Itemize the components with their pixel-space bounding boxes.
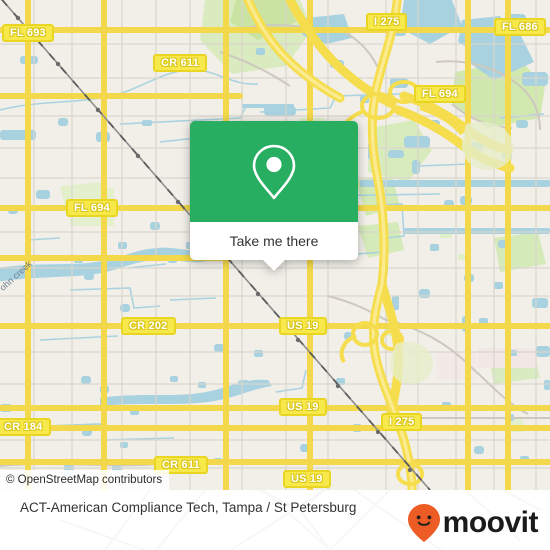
moovit-wordmark: moovit xyxy=(442,506,539,539)
map-canvas[interactable]: FL 693 CR 611 I 275 FL 686 FL 694 FL 694… xyxy=(0,0,550,490)
map-pin-icon xyxy=(252,144,296,199)
map-screenshot: FL 693 CR 611 I 275 FL 686 FL 694 FL 694… xyxy=(0,0,550,550)
road-shield: I 275 xyxy=(381,413,423,431)
road-shield: CR 184 xyxy=(0,418,51,436)
road-shield: I 275 xyxy=(366,13,408,31)
road-shield: US 19 xyxy=(279,398,327,416)
popup-footer[interactable]: Take me there xyxy=(190,222,358,271)
road-shield: CR 202 xyxy=(121,317,176,335)
road-shield: FL 694 xyxy=(66,199,118,217)
road-shield: FL 686 xyxy=(494,18,546,36)
take-me-there-label: Take me there xyxy=(229,233,319,249)
road-shield: CR 611 xyxy=(153,54,207,72)
osm-attribution[interactable]: © OpenStreetMap contributors xyxy=(0,470,170,490)
popup-pointer xyxy=(263,260,285,271)
road-shield: FL 693 xyxy=(2,24,54,42)
road-shield: US 19 xyxy=(283,470,331,488)
road-shield: FL 694 xyxy=(414,85,466,103)
location-popup[interactable]: Take me there xyxy=(190,121,358,271)
footer-bar: ACT-American Compliance Tech, Tampa / St… xyxy=(0,490,550,550)
moovit-logo[interactable]: moovit xyxy=(407,503,539,543)
popup-header xyxy=(190,121,358,222)
moovit-pin-icon xyxy=(407,504,440,542)
road-shield: US 19 xyxy=(279,317,327,335)
location-caption: ACT-American Compliance Tech, Tampa / St… xyxy=(20,500,357,515)
